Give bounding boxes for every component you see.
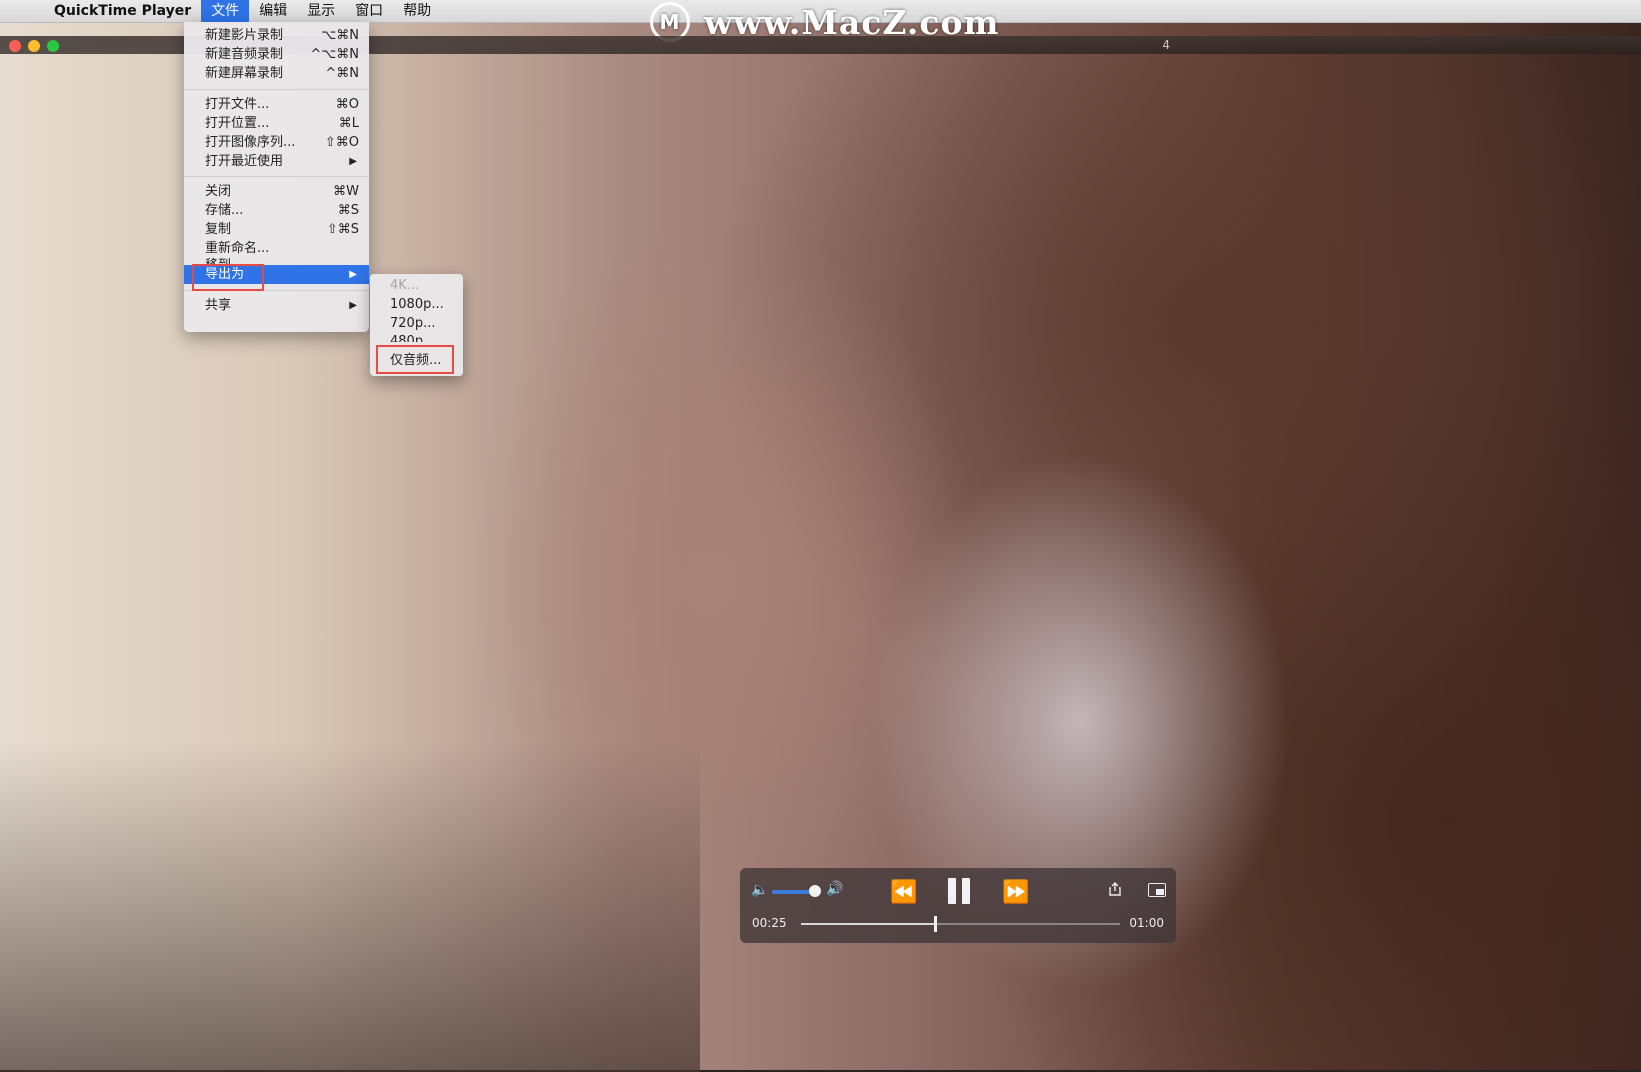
duration: 01:00 (1129, 916, 1164, 930)
menu-item-close[interactable]: 关闭 ⌘W (184, 182, 369, 201)
pause-icon (962, 878, 970, 904)
export-4k[interactable]: 4K... (390, 276, 419, 295)
file-menu: 新建影片录制 ⌥⌘N 新建音频录制 ^⌥⌘N 新建屏幕录制 ^⌘N 打开文件..… (184, 22, 369, 332)
share-icon[interactable] (1108, 882, 1122, 896)
menu-item-label: 打开位置... (205, 116, 270, 131)
export-480p[interactable]: 480p... (390, 332, 435, 342)
rewind-button[interactable]: ⏪ (890, 880, 917, 905)
menu-item-shortcut: ⌘L (338, 116, 359, 131)
menu-file[interactable]: 文件 (201, 0, 250, 22)
menu-item-shortcut: ⇧⌘O (324, 135, 359, 150)
menu-item-new-screen-recording[interactable]: 新建屏幕录制 ^⌘N (184, 64, 369, 83)
menu-item-label: 共享 (205, 298, 232, 313)
menu-separator (184, 176, 369, 177)
pip-inner-icon (1156, 889, 1164, 895)
menu-item-new-movie-recording[interactable]: 新建影片录制 ⌥⌘N (184, 26, 369, 45)
menu-item-open-recent[interactable]: 打开最近使用 ▶ (184, 152, 369, 171)
menu-item-label: 存储... (205, 203, 244, 218)
menu-item-shortcut: ⌘S (337, 203, 359, 218)
menu-item-label: 关闭 (205, 184, 232, 199)
picture-in-picture-icon[interactable] (1148, 883, 1166, 897)
fast-forward-button[interactable]: ⏩ (1002, 880, 1029, 905)
menu-item-shortcut: ⌥⌘N (321, 28, 359, 43)
submenu-arrow-icon: ▶ (349, 300, 357, 311)
menu-separator (184, 89, 369, 90)
video-shade (0, 742, 700, 1072)
menu-item-label: 打开图像序列... (205, 135, 296, 150)
volume-low-icon[interactable]: 🔈 (751, 882, 768, 898)
menu-item-duplicate[interactable]: 复制 ⇧⌘S (184, 220, 369, 239)
volume-high-icon[interactable]: 🔊 (826, 881, 843, 897)
menu-item-label: 新建音频录制 (205, 47, 284, 62)
annotation-highlight-box (192, 264, 264, 291)
window-title: 4 (1162, 38, 1170, 52)
menu-item-share[interactable]: 共享 ▶ (184, 296, 369, 315)
menu-edit[interactable]: 编辑 (249, 0, 297, 22)
export-submenu: 4K... 1080p... 720p... 480p... 仅音频... (370, 274, 463, 376)
menu-item-open-image-sequence[interactable]: 打开图像序列... ⇧⌘O (184, 133, 369, 152)
menu-help[interactable]: 帮助 (393, 0, 441, 22)
current-time: 00:25 (752, 916, 787, 930)
export-720p[interactable]: 720p... (390, 314, 435, 333)
menu-item-save[interactable]: 存储... ⌘S (184, 201, 369, 220)
menu-item-shortcut: ⌘W (333, 184, 359, 199)
menu-item-label: 复制 (205, 222, 232, 237)
menu-item-label: 打开文件... (205, 97, 270, 112)
export-1080p[interactable]: 1080p... (390, 295, 444, 314)
close-window-button[interactable] (9, 40, 21, 52)
menu-window[interactable]: 窗口 (345, 0, 393, 22)
menu-item-label: 新建屏幕录制 (205, 66, 284, 81)
menu-item-label: 打开最近使用 (205, 154, 284, 169)
menu-item-label: 新建影片录制 (205, 28, 284, 43)
menu-item-new-audio-recording[interactable]: 新建音频录制 ^⌥⌘N (184, 45, 369, 64)
menu-item-open-file[interactable]: 打开文件... ⌘O (184, 95, 369, 114)
app-menu[interactable]: QuickTime Player (52, 3, 201, 19)
submenu-arrow-icon: ▶ (349, 269, 357, 280)
menu-item-open-location[interactable]: 打开位置... ⌘L (184, 114, 369, 133)
playhead[interactable] (933, 916, 937, 932)
pause-button[interactable] (948, 878, 972, 904)
pause-icon (948, 878, 956, 904)
volume-slider-knob[interactable] (808, 885, 821, 897)
playback-controls: 🔈 🔊 ⏪ ⏩ 00:25 01:00 (740, 868, 1176, 943)
minimize-window-button[interactable] (28, 40, 40, 52)
menu-view[interactable]: 显示 (297, 0, 345, 22)
annotation-highlight-box (376, 345, 454, 374)
menu-item-shortcut: ^⌘N (325, 66, 359, 81)
menu-item-shortcut: ^⌥⌘N (310, 47, 359, 62)
timeline-scrubber[interactable] (801, 916, 1120, 932)
fullscreen-window-button[interactable] (47, 40, 59, 52)
menu-item-shortcut: ⇧⌘S (326, 222, 359, 237)
timeline-progress (801, 923, 935, 925)
menu-item-shortcut: ⌘O (335, 97, 359, 112)
submenu-arrow-icon: ▶ (349, 156, 357, 167)
